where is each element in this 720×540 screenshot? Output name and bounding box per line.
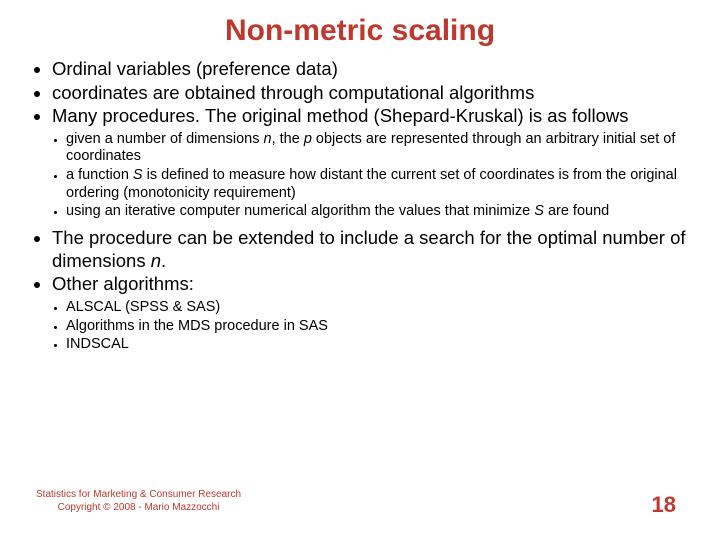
footer-line-2: Copyright © 2008 - Mario Mazzocchi <box>36 502 241 515</box>
bullet-list-2b: ALSCAL (SPSS & SAS) Algorithms in the MD… <box>24 299 696 354</box>
text: , the <box>272 131 304 147</box>
footer-line-1: Statistics for Marketing & Consumer Rese… <box>36 489 241 502</box>
bullet-item: coordinates are obtained through computa… <box>52 82 696 105</box>
bullet-item: Other algorithms: <box>52 273 696 296</box>
sub-bullet-item: given a number of dimensions n, the p ob… <box>66 131 696 166</box>
text: a function <box>66 167 133 183</box>
bullet-item: The procedure can be extended to include… <box>52 227 696 272</box>
sub-bullet-item: Algorithms in the MDS procedure in SAS <box>66 318 696 336</box>
text: are found <box>544 203 609 219</box>
text: given a number of dimensions <box>66 131 263 147</box>
var-n: n <box>263 131 271 147</box>
var-n: n <box>151 250 161 271</box>
footer: Statistics for Marketing & Consumer Rese… <box>36 489 241 514</box>
slide-title: Non-metric scaling <box>24 0 696 56</box>
var-s: S <box>534 203 544 219</box>
text: The procedure can be extended to include… <box>52 227 686 271</box>
bullet-list-1b: The procedure can be extended to include… <box>24 227 696 296</box>
slide: Non-metric scaling Ordinal variables (pr… <box>0 0 720 540</box>
page-number: 18 <box>652 492 676 518</box>
text: . <box>161 250 166 271</box>
var-s: S <box>133 167 143 183</box>
sub-bullet-item: INDSCAL <box>66 336 696 354</box>
var-p: p <box>304 131 312 147</box>
text: is defined to measure how distant the cu… <box>66 167 677 201</box>
bullet-list-1: Ordinal variables (preference data) coor… <box>24 58 696 128</box>
text: using an iterative computer numerical al… <box>66 203 534 219</box>
sub-bullet-item: a function S is defined to measure how d… <box>66 167 696 202</box>
bullet-list-2: given a number of dimensions n, the p ob… <box>24 131 696 221</box>
sub-bullet-item: ALSCAL (SPSS & SAS) <box>66 299 696 317</box>
sub-bullet-item: using an iterative computer numerical al… <box>66 203 696 221</box>
bullet-item: Many procedures. The original method (Sh… <box>52 105 696 128</box>
bullet-item: Ordinal variables (preference data) <box>52 58 696 81</box>
